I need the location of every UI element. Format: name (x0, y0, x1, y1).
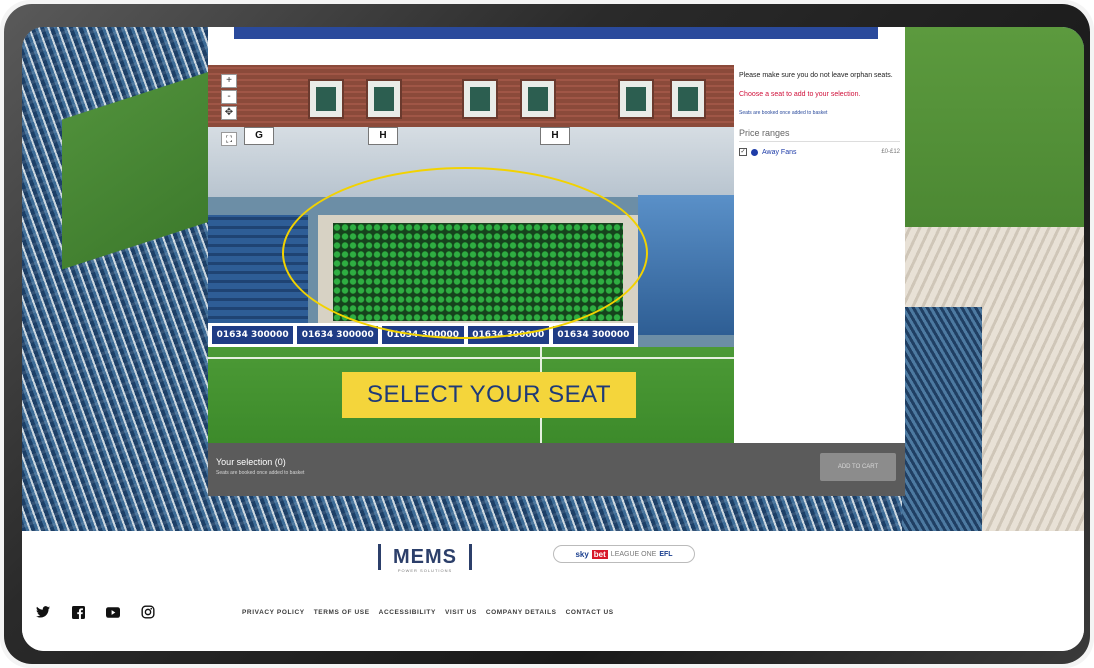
zoom-controls: + - ✥ (221, 74, 239, 120)
top-banner (234, 27, 878, 39)
price-range-row[interactable]: ✓ Away Fans £0-£12 (739, 148, 900, 156)
ad-board: 01634 300000 (212, 326, 294, 344)
contact-us-link[interactable]: CONTACT US (566, 609, 614, 616)
youtube-icon[interactable] (106, 605, 120, 619)
building-window (618, 79, 654, 119)
pitch-touchline (208, 357, 734, 359)
ad-board: 01634 300000 (552, 326, 635, 344)
stand-block-right (638, 195, 734, 335)
social-links (36, 605, 155, 619)
highlight-ellipse (282, 167, 648, 339)
terms-of-use-link[interactable]: TERMS OF USE (314, 609, 370, 616)
league-logo[interactable]: sky bet LEAGUE ONE EFL (553, 545, 695, 563)
building-window (520, 79, 556, 119)
background-stand-right (902, 307, 982, 531)
section-label-h[interactable]: H (368, 127, 398, 145)
instagram-icon[interactable] (141, 605, 155, 619)
league-bet-text: bet (591, 549, 608, 559)
device-frame: 01634 300000 01634 300000 01634 300000 0… (0, 0, 1094, 668)
efl-text: EFL (659, 550, 673, 558)
top-banner-wrapper (208, 27, 905, 67)
building-window (308, 79, 344, 119)
accessibility-link[interactable]: ACCESSIBILITY (379, 609, 436, 616)
fullscreen-icon[interactable]: ⛶ (221, 132, 237, 146)
price-checkbox[interactable]: ✓ (739, 148, 747, 156)
selection-subtitle: Seats are booked once added to basket (216, 470, 305, 476)
facebook-icon[interactable] (71, 605, 85, 619)
basket-note: Seats are booked once added to basket (739, 110, 828, 116)
mems-logo[interactable]: MEMS (378, 544, 472, 570)
league-sky-text: sky (575, 549, 589, 559)
move-icon[interactable]: ✥ (221, 106, 237, 120)
stadium-building-facade (208, 65, 734, 127)
footer-links: PRIVACY POLICY TERMS OF USE ACCESSIBILIT… (242, 609, 614, 616)
choose-seat-note: Choose a seat to add to your selection. (739, 91, 861, 98)
zoom-in-button[interactable]: + (221, 74, 237, 88)
price-color-dot (751, 148, 758, 156)
ad-board: 01634 300000 (297, 326, 379, 344)
visit-us-link[interactable]: VISIT US (445, 609, 477, 616)
price-value: £0-£12 (881, 149, 900, 155)
privacy-policy-link[interactable]: PRIVACY POLICY (242, 609, 305, 616)
selection-title: Your selection (0) (216, 457, 286, 467)
add-to-cart-button[interactable]: ADD TO CART (820, 453, 896, 481)
selection-bar: Your selection (0) Seats are booked once… (208, 443, 905, 496)
section-label-h[interactable]: H (540, 127, 570, 145)
orphan-seats-note: Please make sure you do not leave orphan… (739, 72, 893, 79)
section-label-g[interactable]: G (244, 127, 274, 145)
building-window (366, 79, 402, 119)
price-name: Away Fans (762, 148, 797, 156)
mems-logo-subtitle: POWER SOLUTIONS (397, 568, 453, 573)
twitter-icon[interactable] (36, 605, 50, 619)
zoom-out-button[interactable]: - (221, 90, 237, 104)
info-panel: Please make sure you do not leave orphan… (734, 65, 905, 443)
building-window (462, 79, 498, 119)
price-ranges-title: Price ranges (739, 128, 900, 142)
company-details-link[interactable]: COMPANY DETAILS (486, 609, 557, 616)
building-window (670, 79, 706, 119)
screen: 01634 300000 01634 300000 01634 300000 0… (22, 27, 1084, 651)
league-one-text: LEAGUE ONE (610, 550, 657, 558)
footer: MEMS POWER SOLUTIONS sky bet LEAGUE ONE … (22, 531, 1084, 651)
select-your-seat-banner: SELECT YOUR SEAT (342, 372, 636, 418)
